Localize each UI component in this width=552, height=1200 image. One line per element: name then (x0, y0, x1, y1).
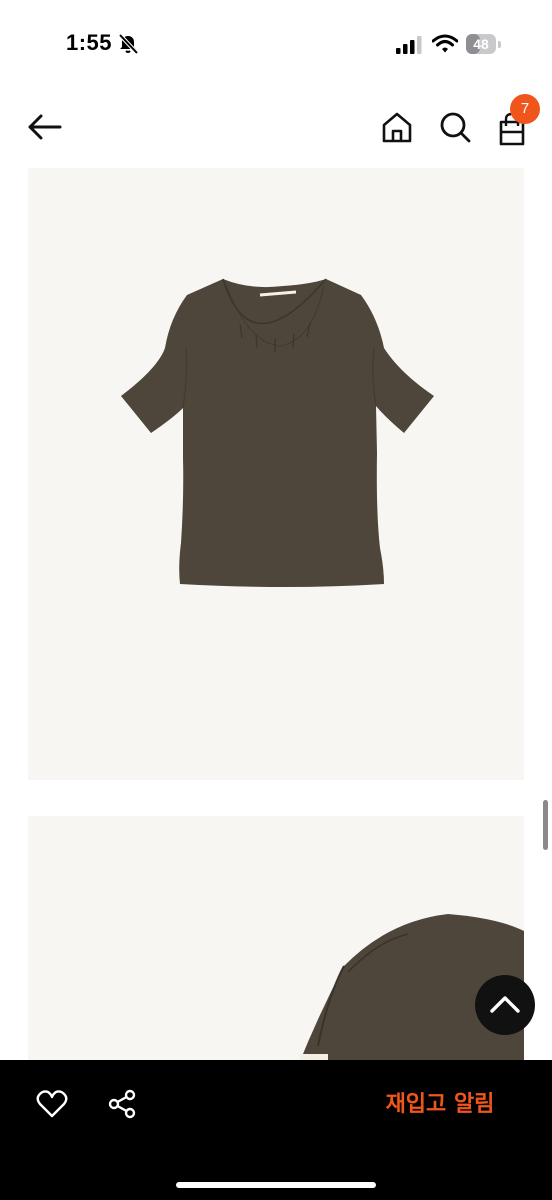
battery-cap (498, 41, 501, 48)
chevron-up-icon (490, 996, 520, 1013)
scroll-to-top-button[interactable] (475, 975, 535, 1035)
search-icon[interactable] (438, 110, 472, 144)
cart-count-badge: 7 (510, 94, 540, 124)
product-image-2[interactable] (28, 816, 524, 1066)
status-time: 1:55 (66, 30, 113, 55)
battery-indicator: 48 (466, 34, 496, 54)
product-image-1[interactable] (28, 168, 524, 780)
back-arrow-icon[interactable] (26, 112, 62, 142)
battery-level: 48 (473, 36, 489, 52)
screen: 1:55 48 7 재입고 알림 (0, 0, 552, 1200)
top-nav (0, 92, 552, 162)
home-icon[interactable] (380, 110, 414, 144)
cellular-signal-icon (396, 36, 422, 54)
t-shirt-illustration (121, 278, 434, 587)
wifi-icon (432, 34, 458, 53)
scrollbar[interactable] (543, 800, 548, 850)
share-icon[interactable] (106, 1088, 138, 1120)
bottom-action-bar: 재입고 알림 (0, 1060, 552, 1200)
status-bar: 1:55 48 (0, 0, 552, 90)
heart-icon[interactable] (36, 1088, 68, 1120)
bell-muted-icon (118, 33, 139, 55)
t-shirt-detail-illustration (298, 914, 524, 1066)
restock-alert-button[interactable]: 재입고 알림 (360, 1080, 520, 1130)
home-indicator[interactable] (176, 1182, 376, 1188)
